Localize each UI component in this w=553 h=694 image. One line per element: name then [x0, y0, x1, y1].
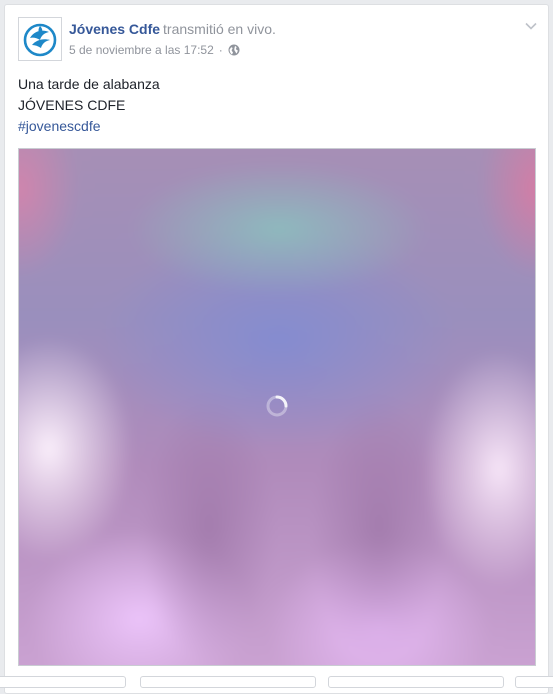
- bottom-button[interactable]: [0, 676, 126, 688]
- hashtag-link[interactable]: #jovenescdfe: [18, 116, 160, 137]
- post-header: Jóvenes Cdfe transmitió en vivo.: [69, 20, 276, 38]
- post-meta: 5 de noviembre a las 17:52 ·: [69, 42, 240, 58]
- post-message: Una tarde de alabanza JÓVENES CDFE #jove…: [18, 74, 160, 137]
- post-action-text: transmitió en vivo.: [163, 21, 276, 37]
- post-text-line: JÓVENES CDFE: [18, 97, 126, 113]
- bottom-button[interactable]: [515, 676, 553, 688]
- live-video-player[interactable]: [18, 148, 536, 666]
- bottom-button[interactable]: [328, 676, 504, 688]
- globe-icon[interactable]: [228, 44, 240, 56]
- page-avatar[interactable]: [18, 17, 62, 61]
- post-timestamp[interactable]: 5 de noviembre a las 17:52: [69, 42, 214, 58]
- bottom-button[interactable]: [140, 676, 316, 688]
- chevron-down-icon[interactable]: [524, 19, 538, 33]
- post-text-line: Una tarde de alabanza: [18, 76, 160, 92]
- post-card: Jóvenes Cdfe transmitió en vivo. 5 de nov…: [4, 4, 549, 694]
- meta-separator: ·: [218, 43, 223, 57]
- spinner-icon: [266, 395, 288, 417]
- page-name-link[interactable]: Jóvenes Cdfe: [69, 21, 160, 37]
- dove-flame-logo-icon: [23, 23, 57, 57]
